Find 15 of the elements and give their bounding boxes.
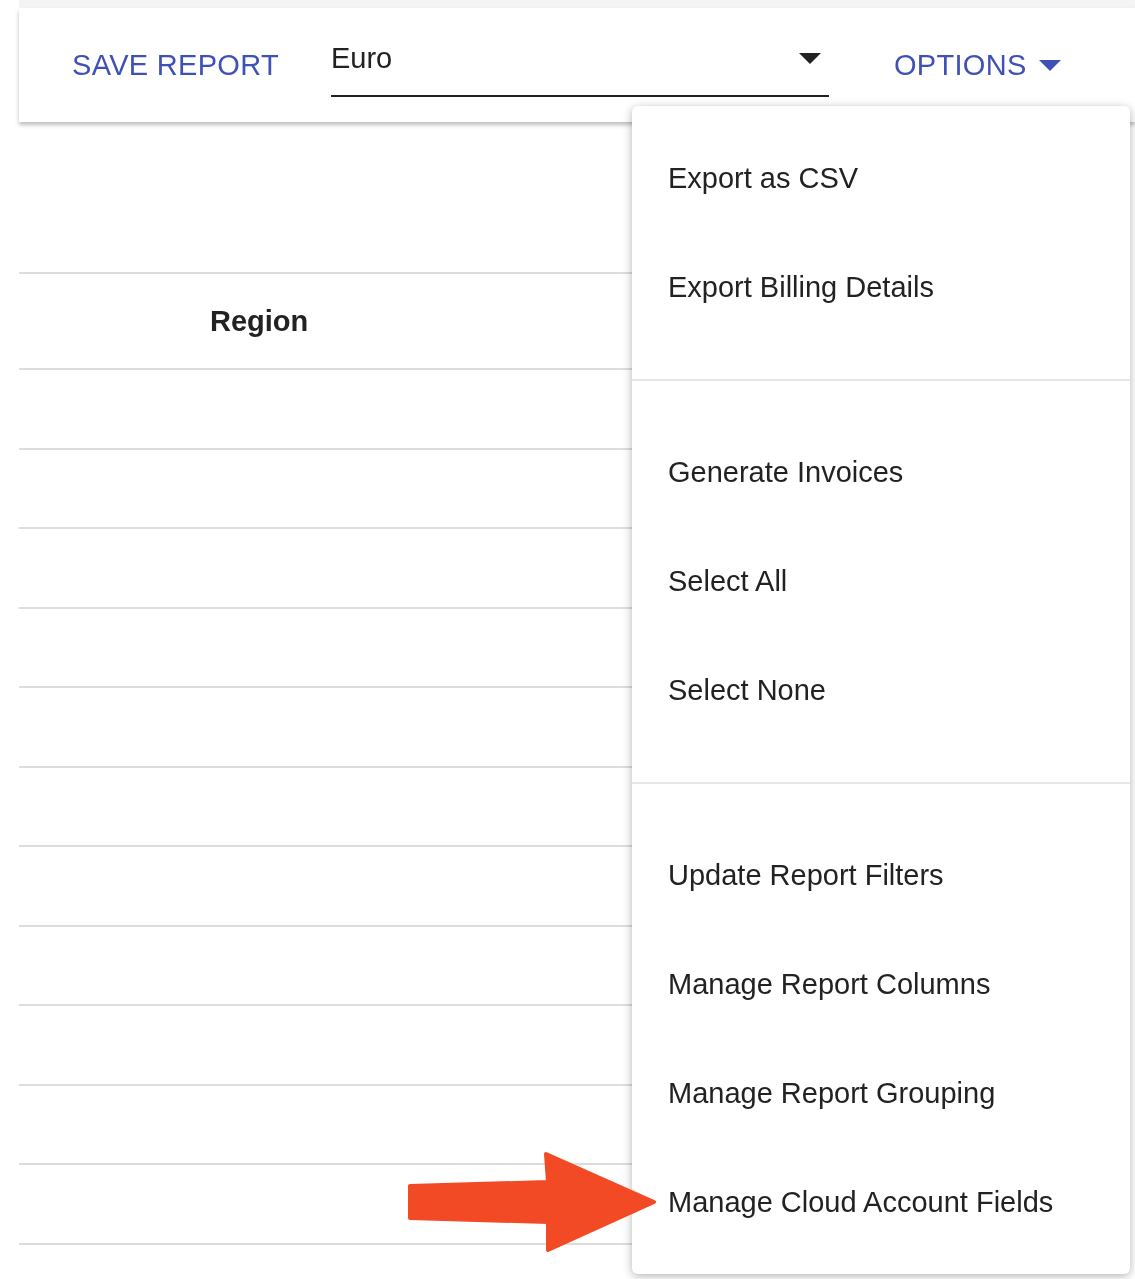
menu-item[interactable]: Manage Report Grouping xyxy=(632,1039,1130,1148)
save-report-button[interactable]: SAVE REPORT xyxy=(60,40,291,90)
currency-select[interactable]: Euro xyxy=(330,21,829,97)
menu-item[interactable]: Select None xyxy=(632,636,1130,745)
menu-item[interactable]: Generate Invoices xyxy=(632,418,1130,527)
options-button[interactable]: OPTIONS xyxy=(881,40,1073,90)
menu-item[interactable]: Manage Report Columns xyxy=(632,930,1130,1039)
menu-item[interactable]: Export as CSV xyxy=(632,124,1130,233)
caret-icon xyxy=(1038,59,1061,71)
menu-item[interactable]: Select All xyxy=(632,527,1130,636)
column-header: Region xyxy=(210,304,309,338)
menu-item[interactable]: Export Billing Details xyxy=(632,233,1130,342)
menu-item[interactable]: Manage Cloud Account Fields xyxy=(632,1148,1130,1257)
dropdown-caret-icon xyxy=(798,52,821,64)
menu-item[interactable]: Update Report Filters xyxy=(632,821,1130,930)
